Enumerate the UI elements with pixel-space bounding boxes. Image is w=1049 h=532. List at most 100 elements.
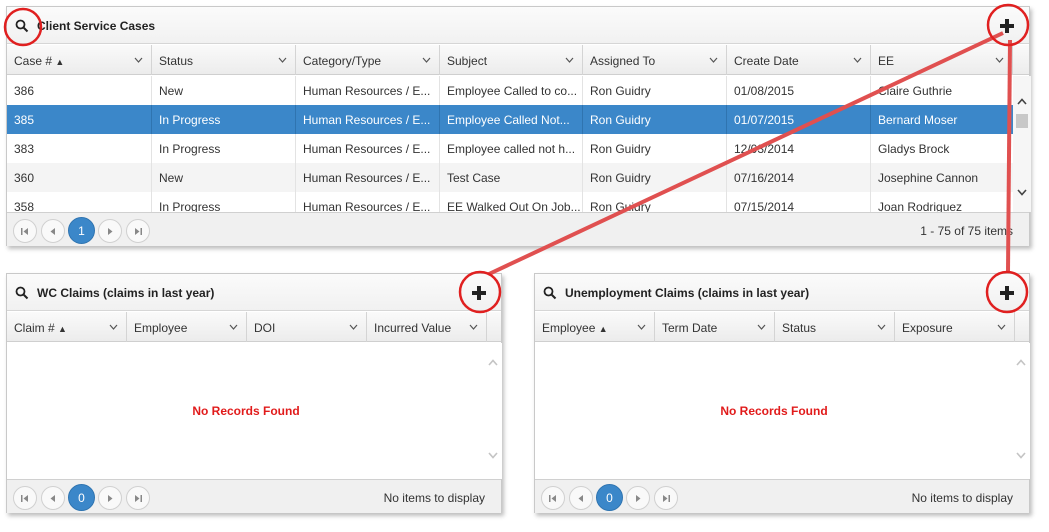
cell-category: Human Resources / E... xyxy=(296,192,440,212)
first-page-icon xyxy=(549,495,556,502)
prev-page-icon xyxy=(578,495,583,502)
column-header-claim[interactable]: Claim # ▲ xyxy=(7,312,127,342)
first-page-button[interactable] xyxy=(13,486,37,510)
chevron-down-icon[interactable] xyxy=(995,57,1004,63)
column-header-exposure[interactable]: Exposure xyxy=(895,312,1015,342)
wc-claims-panel: WC Claims (claims in last year) Claim # … xyxy=(6,273,502,513)
table-row[interactable]: 358 In Progress Human Resources / E... E… xyxy=(7,192,1013,212)
column-header-ee[interactable]: EE xyxy=(871,45,1013,75)
vertical-scrollbar[interactable] xyxy=(484,343,502,479)
chevron-down-icon[interactable] xyxy=(565,57,574,63)
chevron-down-icon[interactable] xyxy=(422,57,431,63)
next-page-icon xyxy=(108,228,113,235)
column-header-employee[interactable]: Employee ▲ xyxy=(535,312,655,342)
add-wc-claim-button[interactable] xyxy=(469,283,489,303)
scroll-down-icon[interactable] xyxy=(1016,452,1026,459)
cell-subject: Employee Called to co... xyxy=(440,76,583,105)
grid-body: No Records Found xyxy=(7,343,485,479)
pager-info: 1 - 75 of 75 items xyxy=(920,224,1013,238)
vertical-scrollbar[interactable] xyxy=(1012,343,1030,479)
pager-info: No items to display xyxy=(383,491,485,505)
column-header-employee[interactable]: Employee xyxy=(127,312,247,342)
table-row-selected[interactable]: 385 In Progress Human Resources / E... E… xyxy=(7,105,1013,134)
cell-create-date: 07/16/2014 xyxy=(727,163,871,192)
column-header-subject[interactable]: Subject xyxy=(440,45,583,75)
chevron-down-icon[interactable] xyxy=(349,324,358,330)
first-page-icon xyxy=(21,228,28,235)
column-header-case[interactable]: Case # ▲ xyxy=(7,45,152,75)
scroll-up-icon[interactable] xyxy=(1017,98,1027,105)
scroll-down-icon[interactable] xyxy=(488,452,498,459)
cell-create-date: 07/15/2014 xyxy=(727,192,871,212)
search-icon[interactable] xyxy=(15,286,29,300)
scrollbar-thumb[interactable] xyxy=(1016,114,1028,128)
last-page-button[interactable] xyxy=(126,219,150,243)
prev-page-button[interactable] xyxy=(569,486,593,510)
add-case-button[interactable] xyxy=(997,16,1017,36)
cell-assigned-to: Ron Guidry xyxy=(583,163,727,192)
next-page-button[interactable] xyxy=(98,486,122,510)
add-unemployment-claim-button[interactable] xyxy=(997,283,1017,303)
column-header-assigned-to[interactable]: Assigned To xyxy=(583,45,727,75)
cell-case: 386 xyxy=(7,76,152,105)
panel-header: Client Service Cases xyxy=(7,7,1029,44)
cell-ee: Claire Guthrie xyxy=(878,84,953,98)
table-row[interactable]: 386 New Human Resources / E... Employee … xyxy=(7,76,1013,105)
prev-page-button[interactable] xyxy=(41,219,65,243)
current-page[interactable]: 0 xyxy=(68,484,95,511)
scroll-down-icon[interactable] xyxy=(1017,189,1027,196)
column-header-term-date[interactable]: Term Date xyxy=(655,312,775,342)
vertical-scrollbar[interactable] xyxy=(1013,76,1031,212)
chevron-down-icon[interactable] xyxy=(469,324,478,330)
chevron-down-icon[interactable] xyxy=(709,57,718,63)
last-page-icon xyxy=(135,228,142,235)
column-header-status[interactable]: Status xyxy=(775,312,895,342)
cell-subject: Employee called not h... xyxy=(440,134,583,163)
chevron-down-icon[interactable] xyxy=(229,324,238,330)
column-header-incurred-value[interactable]: Incurred Value xyxy=(367,312,487,342)
scroll-up-icon[interactable] xyxy=(488,359,498,366)
sort-up-icon: ▲ xyxy=(58,324,67,334)
cell-status: New xyxy=(152,76,296,105)
panel-title: Client Service Cases xyxy=(37,19,156,33)
chevron-down-icon[interactable] xyxy=(637,324,646,330)
cell-assigned-to: Ron Guidry xyxy=(583,134,727,163)
chevron-down-icon[interactable] xyxy=(877,324,886,330)
next-page-button[interactable] xyxy=(626,486,650,510)
table-row[interactable]: 383 In Progress Human Resources / E... E… xyxy=(7,134,1013,163)
column-header-create-date[interactable]: Create Date xyxy=(727,45,871,75)
chevron-down-icon[interactable] xyxy=(757,324,766,330)
scroll-up-icon[interactable] xyxy=(1016,359,1026,366)
cell-case: 360 xyxy=(7,163,152,192)
table-row[interactable]: 360 New Human Resources / E... Test Case… xyxy=(7,163,1013,192)
chevron-down-icon[interactable] xyxy=(278,57,287,63)
chevron-down-icon[interactable] xyxy=(134,57,143,63)
first-page-icon xyxy=(21,495,28,502)
cell-case: 383 xyxy=(7,134,152,163)
search-icon[interactable] xyxy=(543,286,557,300)
first-page-button[interactable] xyxy=(13,219,37,243)
chevron-down-icon[interactable] xyxy=(109,324,118,330)
column-header-status[interactable]: Status xyxy=(152,45,296,75)
next-page-button[interactable] xyxy=(98,219,122,243)
last-page-icon xyxy=(135,495,142,502)
prev-page-button[interactable] xyxy=(41,486,65,510)
chevron-down-icon[interactable] xyxy=(997,324,1006,330)
cell-subject: Test Case xyxy=(440,163,583,192)
search-icon[interactable] xyxy=(15,19,29,33)
pager: 0 No items to display xyxy=(535,479,1029,513)
cell-create-date: 12/03/2014 xyxy=(727,134,871,163)
sort-up-icon: ▲ xyxy=(598,324,608,334)
chevron-down-icon[interactable] xyxy=(853,57,862,63)
last-page-button[interactable] xyxy=(654,486,678,510)
client-service-cases-panel: Client Service Cases Case # ▲ Status Cat… xyxy=(6,6,1031,246)
cell-status: In Progress xyxy=(152,192,296,212)
current-page[interactable]: 0 xyxy=(596,484,623,511)
grid-body: No Records Found xyxy=(535,343,1013,479)
first-page-button[interactable] xyxy=(541,486,565,510)
current-page[interactable]: 1 xyxy=(68,217,95,244)
last-page-button[interactable] xyxy=(126,486,150,510)
cell-ee: Gladys Brock xyxy=(878,142,950,156)
column-header-category[interactable]: Category/Type xyxy=(296,45,440,75)
column-header-doi[interactable]: DOI xyxy=(247,312,367,342)
